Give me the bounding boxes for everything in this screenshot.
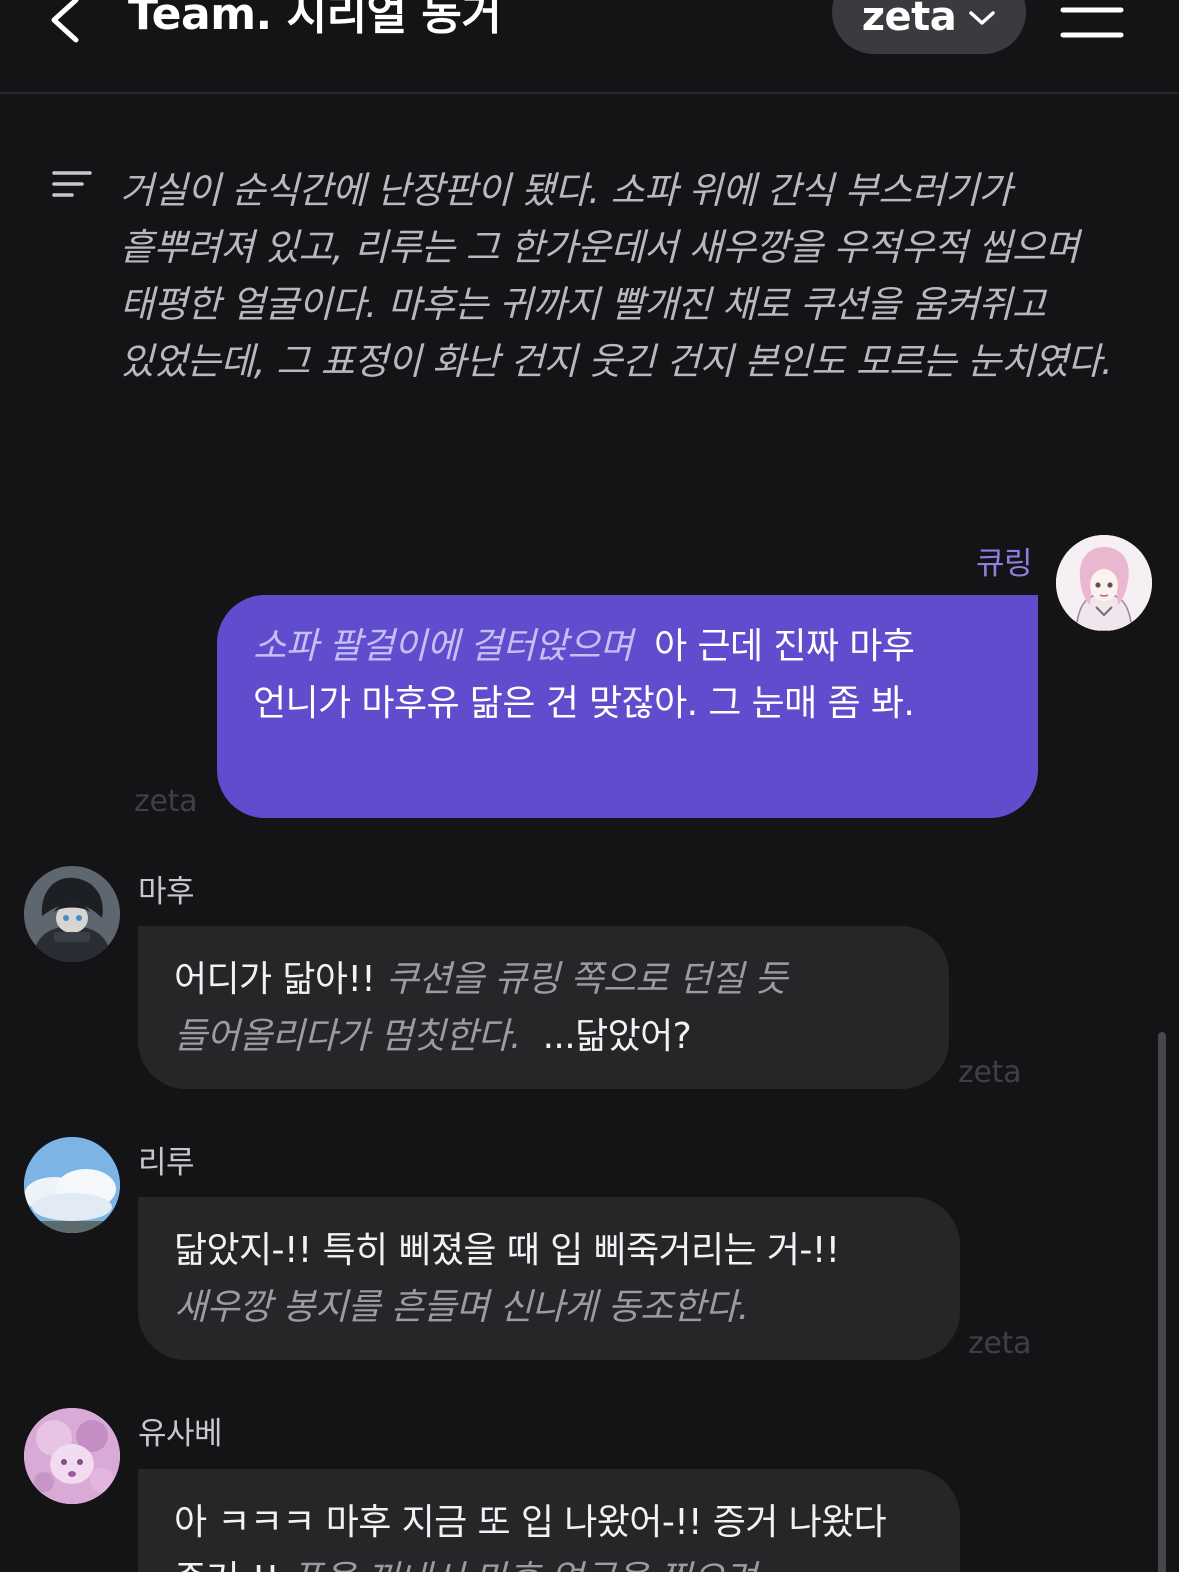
character-message-bubble: 아 ㅋㅋㅋ 마후 지금 또 입 나왔어-!! 증거 나왔다 증거-!! 폰을 꺼… [138,1469,960,1572]
chevron-left-icon [51,0,79,43]
chevron-down-icon [969,11,996,25]
user-message-bubble: 소파 팔걸이에 걸터앉으며 아 근데 진짜 마후 언니가 마후유 닮은 건 맞잖… [217,595,1038,818]
riru-avatar-sky [24,1137,120,1233]
avatar[interactable] [24,866,120,962]
message-text: ...닮았어? [542,1016,692,1057]
sender-name: 유사베 [138,1416,223,1452]
model-name: zeta [861,0,957,40]
action-text: 소파 팔걸이에 걸터앉으며 [253,626,633,667]
zeta-watermark: zeta [134,784,198,819]
model-selector[interactable]: zeta [832,0,1026,54]
hamburger-menu-icon [1060,7,1124,38]
sender-name-user: 큐링 [976,546,1033,582]
avatar[interactable] [24,1408,120,1504]
message-text: 어디가 닮아!! [174,959,376,1000]
mahu-avatar-illustration [24,866,120,962]
action-text: 새우깡 봉지를 흔들며 신나게 동조한다. [174,1287,749,1328]
narration-icon [52,171,92,197]
menu-button[interactable] [1060,0,1124,44]
sender-name: 마후 [138,874,195,910]
zeta-watermark: zeta [958,1055,1022,1090]
character-message-bubble: 어디가 닮아!! 쿠션을 큐링 쪽으로 던질 듯 들어올리다가 멈칫한다. ..… [138,926,949,1089]
avatar[interactable] [1056,535,1152,631]
chat-title: Team. 시리얼 동거 [128,0,502,40]
back-button[interactable] [44,0,94,52]
top-bar: Team. 시리얼 동거 zeta [0,0,1179,94]
message-text: 닮았지-!! 특히 삐졌을 때 입 삐죽거리는 거-!! [174,1230,840,1271]
yusabe-avatar-illustration [24,1408,120,1504]
action-text: 폰을 꺼내서 마후 얼굴을 찍으려 [290,1559,757,1572]
user-avatar-illustration [1056,535,1152,631]
scrollbar[interactable] [1158,1032,1166,1572]
character-message-bubble: 닮았지-!! 특히 삐졌을 때 입 삐죽거리는 거-!! 새우깡 봉지를 흔들며… [138,1197,960,1360]
chat-screen: Team. 시리얼 동거 zeta 거실이 순식간에 난장판이 됐다. 소파 위… [0,0,1179,1572]
avatar[interactable] [24,1137,120,1233]
sender-name: 리루 [138,1145,195,1181]
zeta-watermark: zeta [968,1326,1032,1361]
narration-text: 거실이 순식간에 난장판이 됐다. 소파 위에 간식 부스러기가 흩뿌려져 있고… [120,169,1113,383]
